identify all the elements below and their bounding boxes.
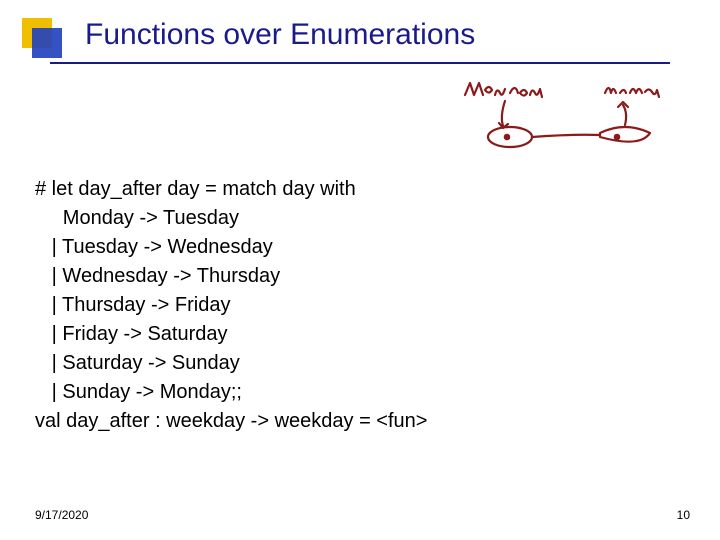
code-line: # let day_after day = match day with [35, 175, 427, 204]
code-line: Monday -> Tuesday [35, 204, 427, 233]
code-line: | Thursday -> Friday [35, 291, 427, 320]
footer-page-number: 10 [677, 508, 690, 522]
slide-title: Functions over Enumerations [85, 18, 475, 52]
code-line: | Wednesday -> Thursday [35, 262, 427, 291]
code-line: val day_after : weekday -> weekday = <fu… [35, 407, 427, 436]
code-block: # let day_after day = match day with Mon… [35, 175, 427, 436]
title-underline [50, 62, 670, 64]
code-line: | Saturday -> Sunday [35, 349, 427, 378]
slide: Functions over Enumerations [0, 0, 720, 540]
handwriting-sketch-icon [455, 75, 690, 155]
footer-date: 9/17/2020 [35, 508, 88, 522]
code-line: | Sunday -> Monday;; [35, 378, 427, 407]
code-line: | Friday -> Saturday [35, 320, 427, 349]
code-line: | Tuesday -> Wednesday [35, 233, 427, 262]
accent-square-icon [22, 18, 52, 48]
